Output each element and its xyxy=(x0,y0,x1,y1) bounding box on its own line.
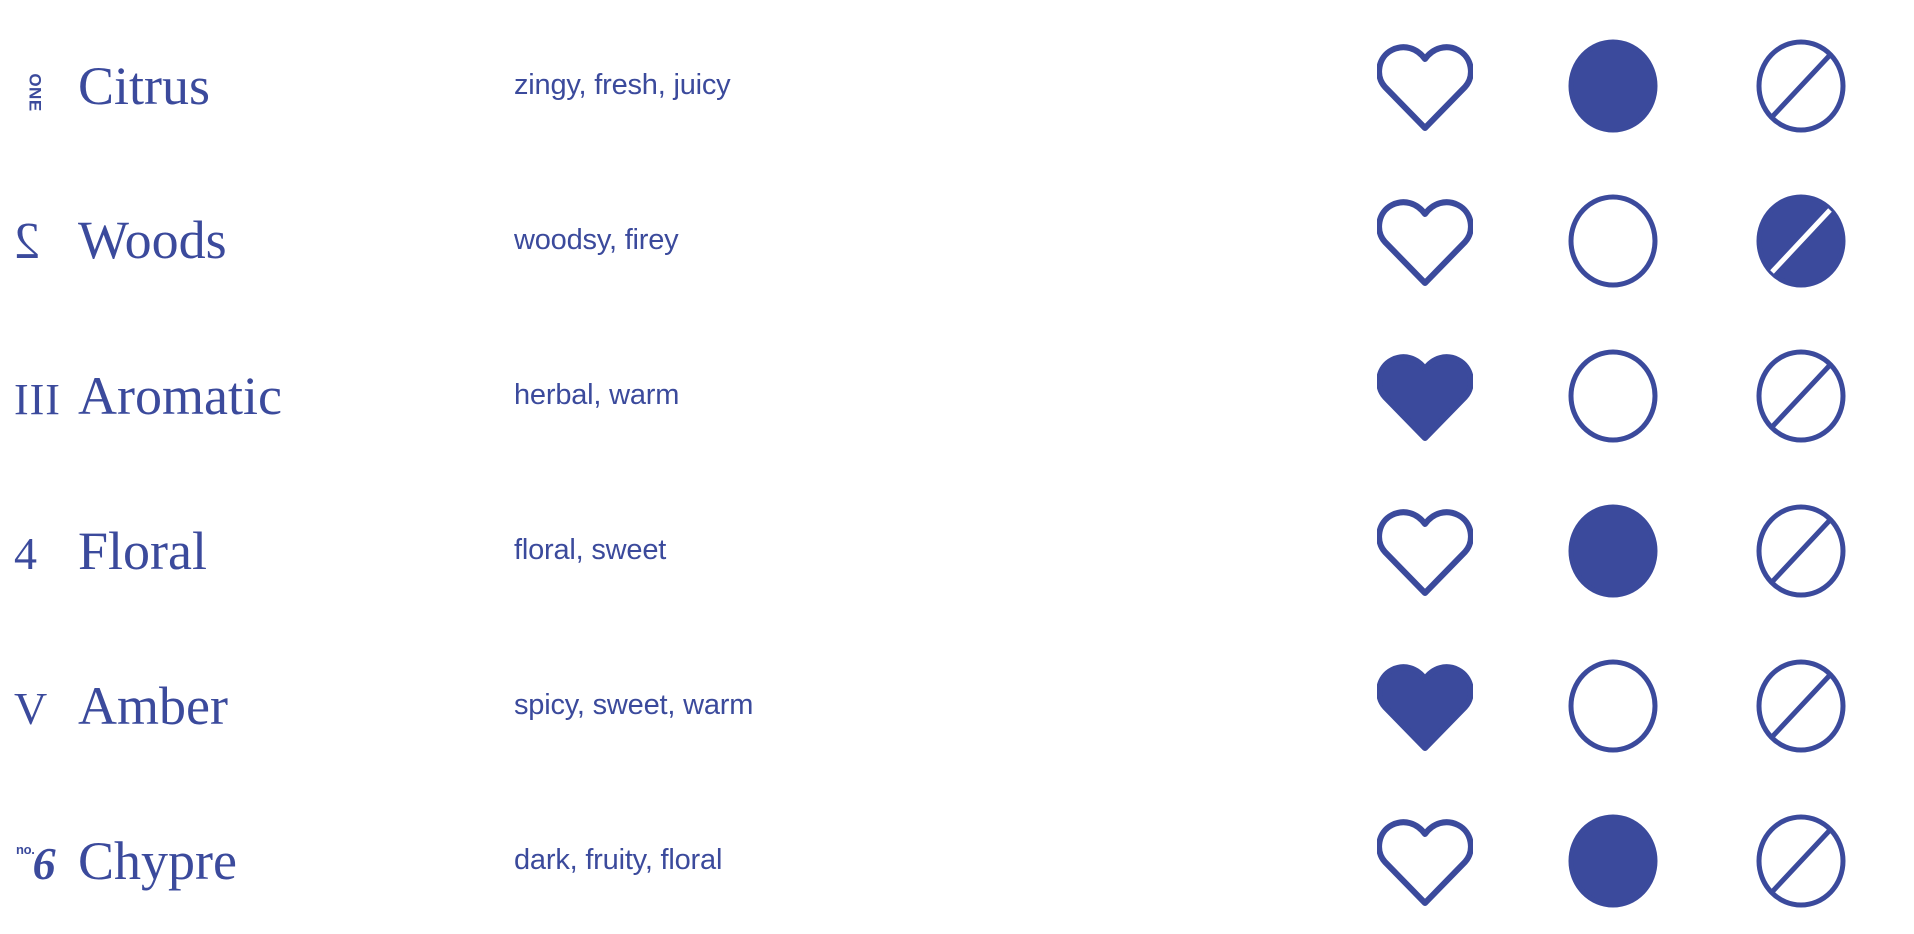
family-name-cell: 4 Floral xyxy=(0,524,500,578)
circle-icon-shape xyxy=(1568,659,1658,752)
heart-icon[interactable] xyxy=(1370,31,1480,141)
fragrance-families-chart: ONE Citrus zingy, fresh, juicy 2 Woods woodsy… xyxy=(0,0,1914,934)
fragrance-family-row: V Amber spicy, sweet, warm xyxy=(0,628,1914,783)
family-name-cell: no.6 Chypre xyxy=(0,834,500,888)
fragrance-family-row: ONE Citrus zingy, fresh, juicy xyxy=(0,8,1914,163)
descriptor-cell: spicy, sweet, warm xyxy=(500,689,1354,722)
descriptor-cell: floral, sweet xyxy=(500,534,1354,567)
family-name-cell: ONE Citrus xyxy=(0,59,500,113)
slashed-circle-icon-shape xyxy=(1756,349,1846,442)
family-name-label: Floral xyxy=(78,520,207,581)
row-numeral-prefix: no. xyxy=(16,842,35,858)
circle-icon-shape xyxy=(1568,814,1658,907)
fragrance-family-row: 4 Floral floral, sweet xyxy=(0,473,1914,628)
descriptor-label: spicy, sweet, warm xyxy=(514,689,754,721)
descriptor-cell: dark, fruity, floral xyxy=(500,844,1354,877)
slashed-circle-icon[interactable] xyxy=(1746,651,1856,761)
slashed-circle-icon[interactable] xyxy=(1746,496,1856,606)
row-numeral-text: V xyxy=(14,682,48,734)
descriptor-label: floral, sweet xyxy=(514,534,667,566)
slashed-circle-icon-shape xyxy=(1756,39,1846,132)
heart-icon[interactable] xyxy=(1370,186,1480,296)
family-name-cell: III Aromatic xyxy=(0,369,500,423)
circle-icon-shape xyxy=(1568,504,1658,597)
row-numeral: III xyxy=(14,374,68,424)
row-numeral-text: 6 xyxy=(32,837,56,889)
descriptor-label: zingy, fresh, juicy xyxy=(514,69,731,101)
family-name-label: Citrus xyxy=(78,55,211,116)
row-numeral-text: III xyxy=(14,374,61,424)
icon-cell xyxy=(1354,31,1914,141)
family-name-label: Woods xyxy=(78,210,227,270)
fragrance-family-list: ONE Citrus zingy, fresh, juicy 2 Woods woodsy… xyxy=(0,0,1914,934)
heart-icon-shape xyxy=(1377,818,1473,906)
family-name-label: Aromatic xyxy=(78,365,282,426)
heart-icon[interactable] xyxy=(1370,496,1480,606)
heart-icon-shape xyxy=(1377,508,1473,596)
icon-cell xyxy=(1354,186,1914,296)
slashed-circle-icon-shape xyxy=(1756,504,1846,597)
circle-icon[interactable] xyxy=(1558,651,1668,761)
row-numeral: ONE xyxy=(14,73,68,111)
descriptor-label: dark, fruity, floral xyxy=(514,844,723,876)
heart-icon[interactable] xyxy=(1370,806,1480,916)
slashed-circle-icon-shape xyxy=(1756,814,1846,907)
row-numeral-text: 2 xyxy=(14,213,40,270)
slashed-circle-icon[interactable] xyxy=(1746,186,1856,296)
fragrance-family-row: no.6 Chypre dark, fruity, floral xyxy=(0,783,1914,934)
slashed-circle-icon[interactable] xyxy=(1746,341,1856,451)
icon-cell xyxy=(1354,651,1914,761)
heart-icon[interactable] xyxy=(1370,341,1480,451)
row-numeral: 4 xyxy=(14,527,68,579)
fragrance-family-row: 2 Woods woodsy, firey xyxy=(0,163,1914,318)
heart-icon-shape xyxy=(1377,198,1473,286)
row-numeral-text: ONE xyxy=(25,72,45,112)
icon-cell xyxy=(1354,806,1914,916)
circle-icon[interactable] xyxy=(1558,806,1668,916)
slashed-circle-icon-shape xyxy=(1756,194,1846,287)
descriptor-cell: zingy, fresh, juicy xyxy=(500,69,1354,102)
heart-icon-shape xyxy=(1377,353,1473,441)
heart-icon[interactable] xyxy=(1370,651,1480,761)
row-numeral: V xyxy=(14,682,68,734)
icon-cell xyxy=(1354,341,1914,451)
circle-icon[interactable] xyxy=(1558,186,1668,296)
circle-icon-shape xyxy=(1568,194,1658,287)
descriptor-label: herbal, warm xyxy=(514,379,680,411)
heart-icon-shape xyxy=(1377,663,1473,751)
row-numeral: no.6 xyxy=(14,837,68,889)
row-numeral: 2 xyxy=(14,213,68,270)
descriptor-label: woodsy, firey xyxy=(514,224,679,256)
family-name-cell: V Amber xyxy=(0,679,500,733)
fragrance-family-row: III Aromatic herbal, warm xyxy=(0,318,1914,473)
heart-icon-shape xyxy=(1377,43,1473,131)
slashed-circle-icon[interactable] xyxy=(1746,806,1856,916)
circle-icon-shape xyxy=(1568,39,1658,132)
descriptor-cell: woodsy, firey xyxy=(500,224,1354,257)
slashed-circle-icon-shape xyxy=(1756,659,1846,752)
circle-icon[interactable] xyxy=(1558,31,1668,141)
icon-cell xyxy=(1354,496,1914,606)
family-name-cell: 2 Woods xyxy=(0,210,500,270)
family-name-label: Amber xyxy=(78,675,228,736)
circle-icon[interactable] xyxy=(1558,341,1668,451)
row-numeral-text: 4 xyxy=(14,527,37,579)
circle-icon[interactable] xyxy=(1558,496,1668,606)
descriptor-cell: herbal, warm xyxy=(500,379,1354,412)
circle-icon-shape xyxy=(1568,349,1658,442)
family-name-label: Chypre xyxy=(78,830,237,891)
slashed-circle-icon[interactable] xyxy=(1746,31,1856,141)
